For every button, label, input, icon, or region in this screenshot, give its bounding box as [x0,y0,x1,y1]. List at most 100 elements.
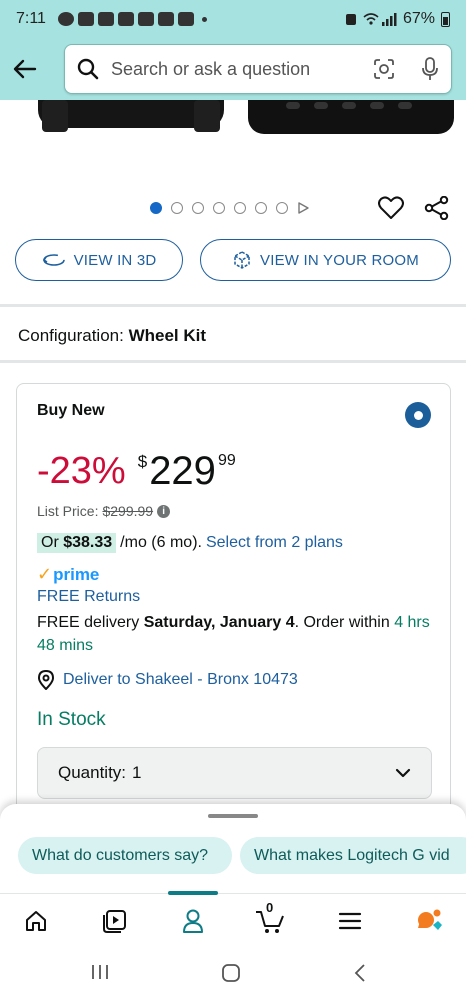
back-arrow-icon [13,59,37,79]
carousel-dot[interactable] [234,202,246,214]
rufus-assistant-icon [418,909,442,930]
heart-icon[interactable] [378,196,404,220]
carousel-dot[interactable] [192,202,204,214]
monthly-payment-row: Or $38.33 /mo (6 mo). Select from 2 plan… [37,533,343,553]
buy-new-radio[interactable] [405,402,431,428]
price-whole: 229 [149,449,216,493]
product-image-carousel[interactable] [0,100,466,190]
nav-home[interactable] [16,902,56,940]
carousel-controls [0,196,466,220]
configuration-label: Configuration: [18,326,124,345]
recent-apps-icon[interactable] [90,963,110,981]
buy-new-title: Buy New [37,402,105,419]
camera-lens-icon[interactable] [373,58,395,80]
quantity-label: Quantity: [58,763,127,782]
discount-percent: -23% [37,450,126,492]
monthly-amount: $38.33 [63,534,113,551]
play-video-icon[interactable] [297,202,309,214]
delivery-suffix: . Order within [294,614,390,631]
prime-badge: ✓ prime [37,564,99,585]
suggestion-chip[interactable]: What makes Logitech G vid [240,837,466,874]
chat-notification-icon [57,12,74,26]
suggestions-sheet[interactable]: What do customers say? What makes Logite… [0,804,466,894]
carousel-dot[interactable] [171,202,183,214]
status-time: 7:11 [16,10,46,27]
youtube-notification-icon-2 [117,12,134,26]
nav-video[interactable] [95,902,135,940]
search-box[interactable]: Search or ask a question [64,44,452,94]
nav-menu[interactable] [330,902,370,940]
alarm-icon [345,14,356,25]
quantity-dropdown[interactable]: Quantity: 1 [37,747,432,799]
nav-active-indicator [168,891,218,895]
product-image-pedals [248,100,454,134]
carousel-dot[interactable] [276,202,288,214]
carousel-dots [150,202,309,214]
share-icon[interactable] [424,196,450,220]
youtube-notification-icon [97,12,114,26]
carousel-dot[interactable] [213,202,225,214]
delivery-prefix: FREE delivery [37,614,140,631]
price-fraction: 99 [217,452,236,469]
nav-rufus[interactable] [409,902,449,940]
mail-notification-icon [177,12,194,26]
stock-status: In Stock [37,709,106,730]
configuration-row: Configuration: Wheel Kit [18,326,206,346]
section-divider [0,360,466,363]
status-bar: 7:11 67% [0,0,466,38]
deliver-to-link[interactable]: Deliver to Shakeel - Bronx 10473 [37,670,298,690]
select-plans-link[interactable]: Select from 2 plans [206,534,343,552]
back-button[interactable] [0,38,50,100]
price-currency: $ [137,452,148,471]
battery-percent: 67% [402,10,435,27]
carousel-dot[interactable] [255,202,267,214]
view-in-your-room-button[interactable]: VIEW IN YOUR ROOM [200,239,451,281]
notification-icons [57,12,207,26]
free-returns-link[interactable]: FREE Returns [37,588,140,606]
delivery-info: FREE delivery Saturday, January 4. Order… [37,611,437,657]
location-pin-icon [37,670,55,690]
chevron-down-icon [395,768,411,778]
search-icon [77,58,99,80]
monthly-prefix: Or [41,534,59,551]
deliver-to-text: Deliver to Shakeel - Bronx 10473 [63,671,298,688]
view-in-your-room-label: VIEW IN YOUR ROOM [260,251,419,269]
home-system-icon[interactable] [221,963,241,983]
voicemail-notification-icon [157,12,174,26]
monthly-suffix: /mo (6 mo). [120,534,202,551]
back-system-icon[interactable] [353,963,367,983]
search-placeholder: Search or ask a question [111,58,311,79]
product-image-stand [38,100,224,132]
account-icon [183,909,203,933]
ring-notification-icon [137,12,154,26]
nav-account[interactable] [173,902,213,940]
prime-check-icon: ✓ [37,564,53,584]
video-library-icon [103,910,126,933]
quantity-value: 1 [132,763,142,782]
list-price-value: $299.99 [102,503,154,519]
delivery-date: Saturday, January 4 [143,614,295,631]
wifi-signal-icon [363,13,397,26]
list-price-row: List Price: $299.99 i [37,503,171,519]
home-icon [26,911,46,931]
info-icon[interactable]: i [157,504,171,518]
list-price-label: List Price: [37,503,99,519]
nav-cart[interactable]: 0 [251,900,291,940]
battery-icon [441,11,450,27]
sheet-drag-handle[interactable] [208,814,258,818]
price-row: -23% $ 229 99 [37,448,236,494]
buy-new-card[interactable]: Buy New -23% $ 229 99 List Price: $299.9… [16,383,451,853]
view-in-3d-button[interactable]: VIEW IN 3D [15,239,183,281]
more-notifications-dot [201,16,207,22]
system-nav-bar [0,947,466,1000]
suggestion-chip[interactable]: What do customers say? [18,837,232,874]
bottom-nav: 0 [0,891,466,947]
prime-label: prime [53,564,100,584]
instagram-notification-icon [77,12,94,26]
configuration-value: Wheel Kit [128,326,207,345]
search-header: Search or ask a question [0,38,466,100]
microphone-icon[interactable] [421,57,439,81]
carousel-dot[interactable] [150,202,162,214]
ar-cube-icon [234,251,250,269]
rotate-3d-icon [42,254,65,266]
